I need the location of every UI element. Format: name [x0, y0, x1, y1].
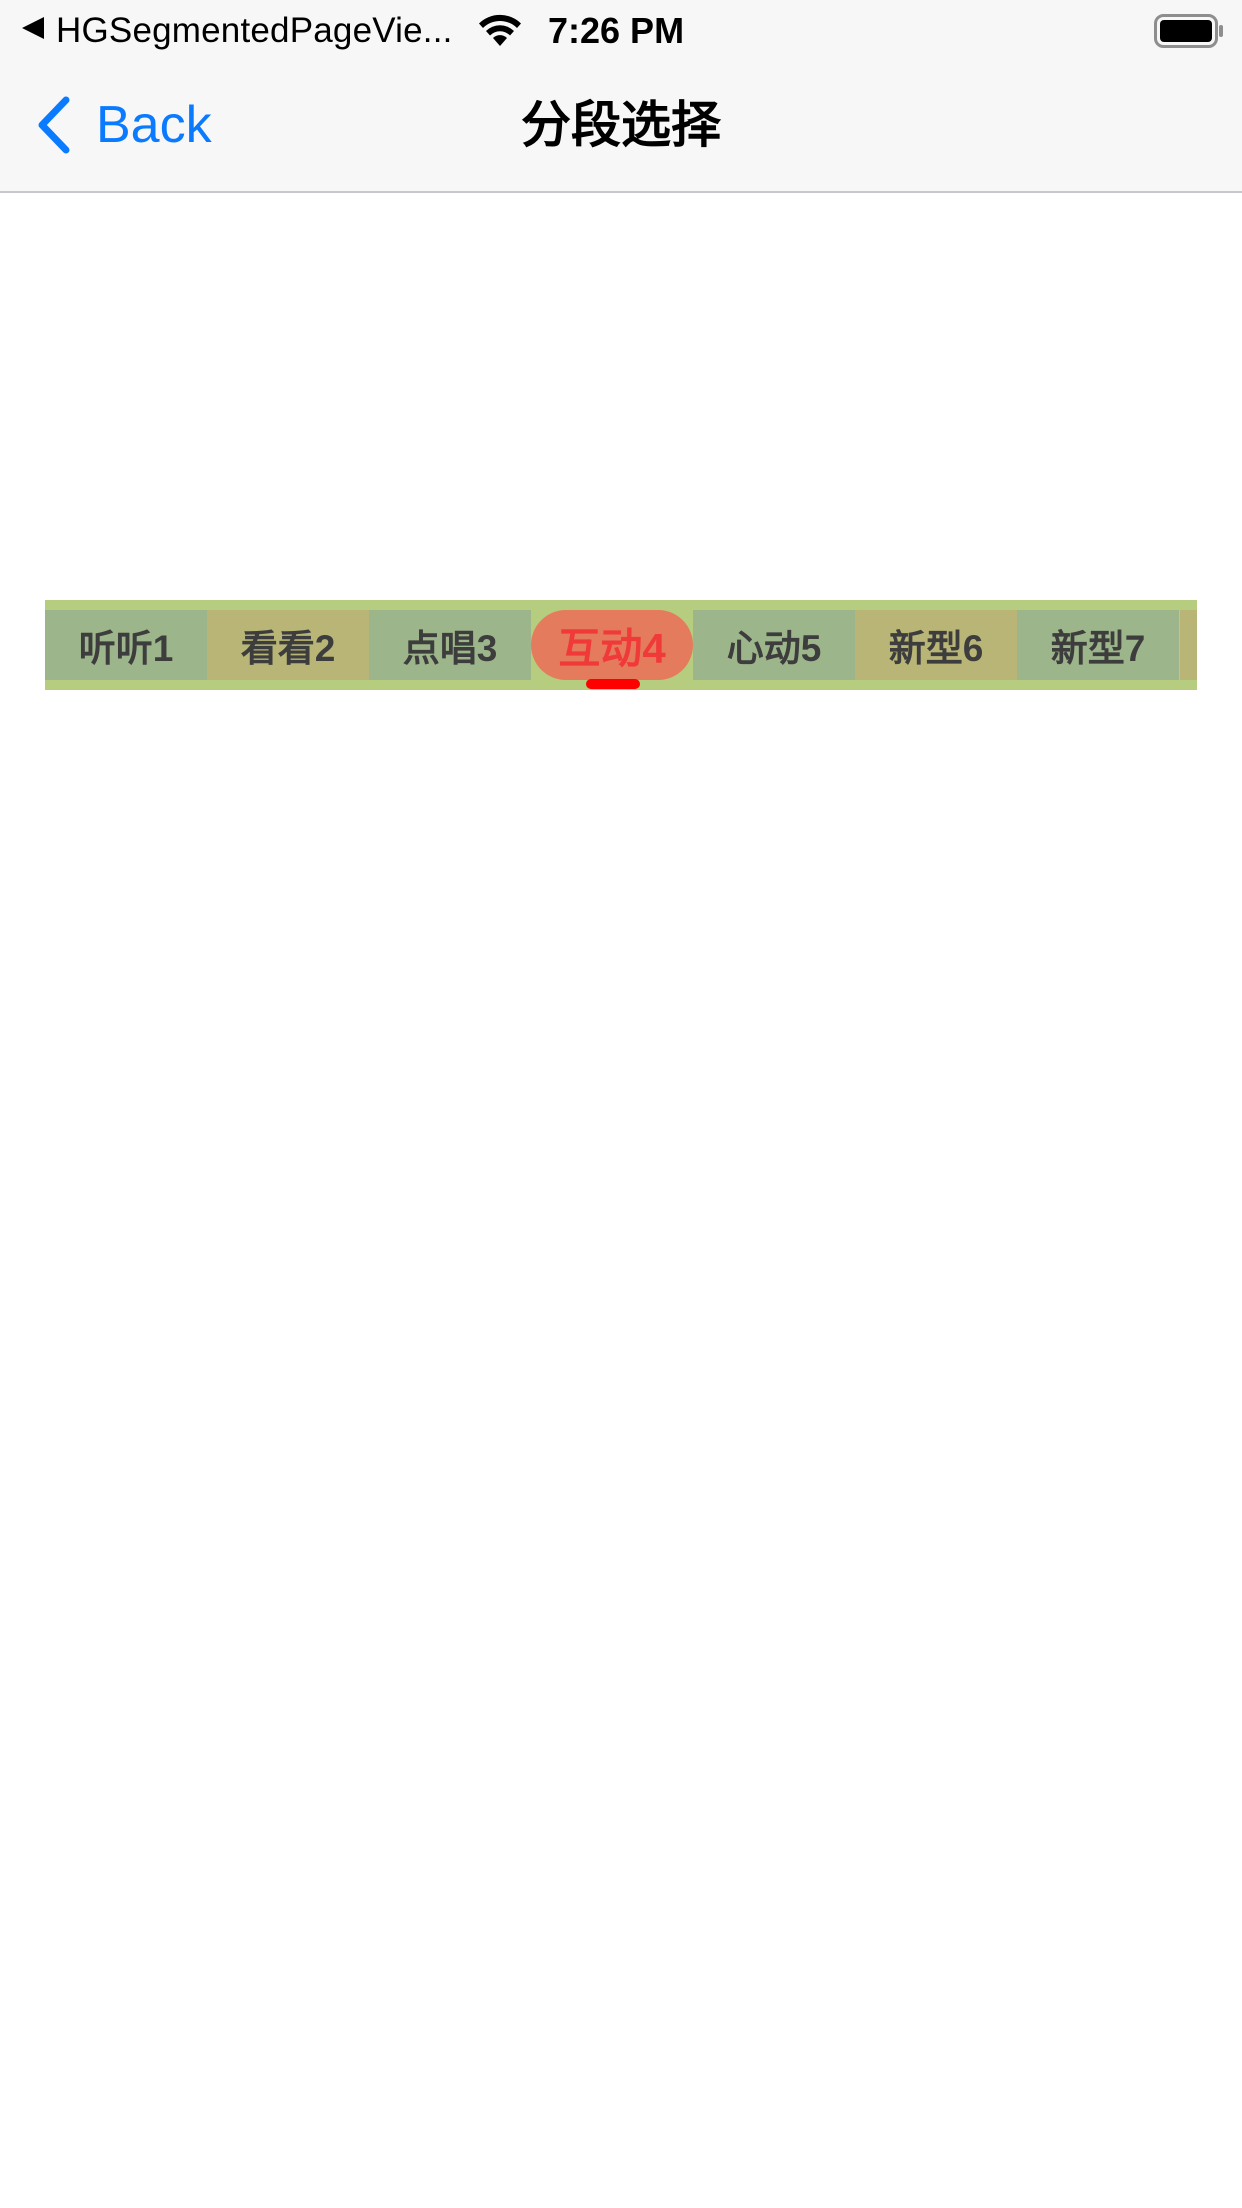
- segment-item-7[interactable]: 新型7: [1017, 610, 1179, 680]
- selected-indicator: [586, 679, 640, 689]
- segment-item-4-selected[interactable]: 互动4: [531, 610, 693, 680]
- segment-list: 听听1 看看2 点唱3 互动4 心动5 新型6 新型7: [45, 610, 1179, 680]
- page-title: 分段选择: [521, 97, 721, 153]
- status-time: 7:26 PM: [548, 10, 685, 51]
- segment-item-3[interactable]: 点唱3: [369, 610, 531, 680]
- segment-label: 互动4: [558, 624, 666, 672]
- status-bar: HGSegmentedPageVie... 7:26 PM: [0, 0, 1242, 60]
- segment-item-6[interactable]: 新型6: [855, 610, 1017, 680]
- segment-label: 新型7: [1050, 628, 1146, 669]
- screen: HGSegmentedPageVie... 7:26 PM Back 分段选择 …: [0, 0, 1242, 2208]
- segment-label: 心动5: [726, 628, 822, 669]
- battery-icon: [1154, 14, 1223, 48]
- segment-label: 看看2: [240, 628, 336, 669]
- segment-item-1[interactable]: 听听1: [45, 610, 207, 680]
- segment-label: 听听1: [78, 628, 174, 669]
- wifi-icon: [479, 14, 521, 46]
- segment-label: 点唱3: [402, 628, 498, 669]
- segment-item-2[interactable]: 看看2: [207, 610, 369, 680]
- navigation-bar: Back 分段选择: [0, 60, 1242, 193]
- segment-item-5[interactable]: 心动5: [693, 610, 855, 680]
- segmented-control: 听听1 看看2 点唱3 互动4 心动5 新型6 新型7: [45, 600, 1197, 690]
- back-to-app-icon[interactable]: [22, 17, 44, 39]
- back-to-app-label[interactable]: HGSegmentedPageVie...: [56, 10, 453, 52]
- segment-item-8-partial[interactable]: [1180, 610, 1197, 680]
- segment-label: 新型6: [888, 628, 984, 669]
